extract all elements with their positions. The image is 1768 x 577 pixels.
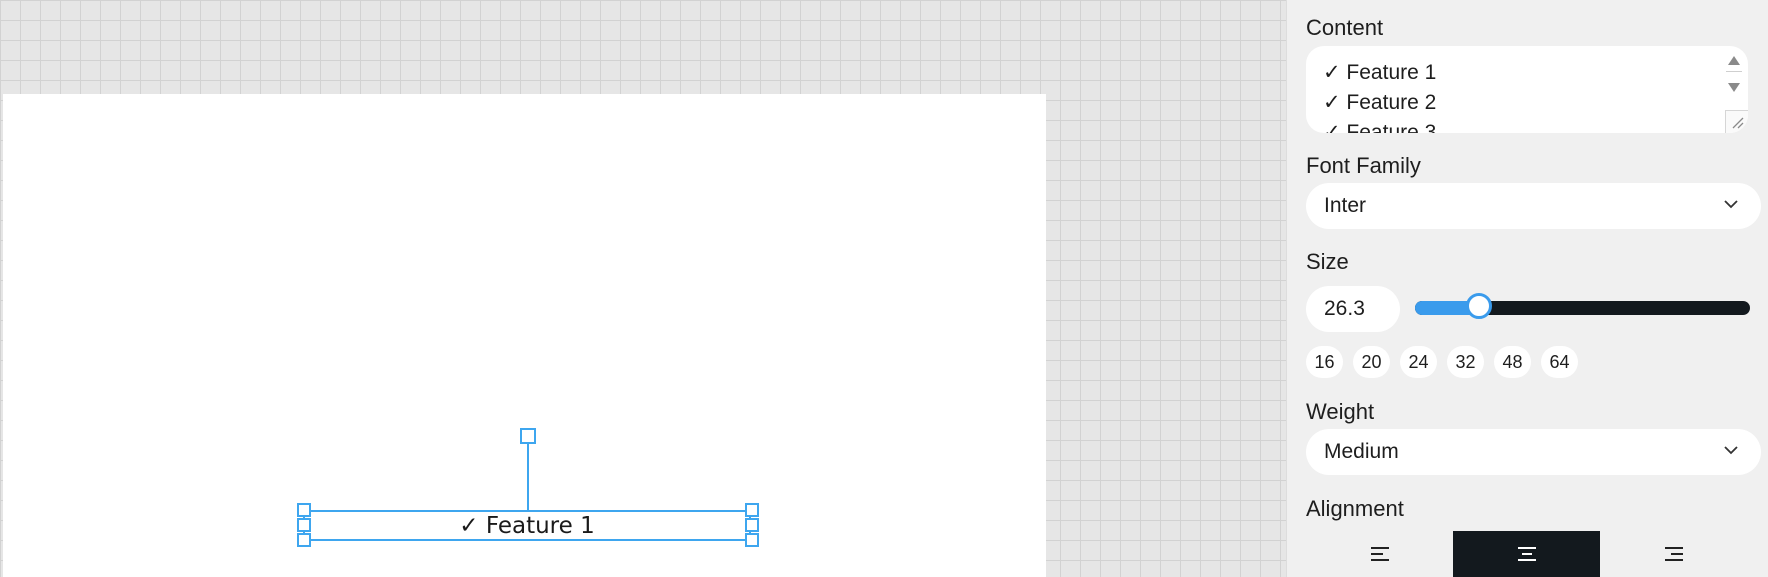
- size-preset-32[interactable]: 32: [1447, 346, 1484, 378]
- size-label: Size: [1306, 249, 1349, 274]
- align-right-icon: [1664, 547, 1683, 561]
- selected-text-element[interactable]: ✓ Feature 1: [303, 510, 751, 541]
- alignment-toggle-group: [1306, 531, 1748, 577]
- size-slider[interactable]: [1415, 293, 1750, 319]
- chevron-down-icon: [1723, 442, 1739, 463]
- content-textarea[interactable]: ✓ Feature 1 ✓ Feature 2 ✓ Feature 3: [1306, 46, 1748, 133]
- scroll-up-arrow-icon[interactable]: [1728, 56, 1740, 65]
- resize-handle-middle-right[interactable]: [745, 518, 759, 532]
- rotation-connector: [527, 444, 529, 511]
- alignment-label: Alignment: [1306, 496, 1404, 521]
- weight-value: Medium: [1324, 440, 1399, 463]
- resize-handle-bottom-left[interactable]: [297, 533, 311, 547]
- align-left-button[interactable]: [1306, 531, 1453, 577]
- design-canvas[interactable]: ✓ Feature 1: [0, 0, 1286, 577]
- weight-select[interactable]: Medium: [1306, 429, 1761, 475]
- resize-handle-top-right[interactable]: [745, 503, 759, 517]
- size-slider-thumb[interactable]: [1466, 293, 1492, 319]
- weight-label: Weight: [1306, 399, 1375, 424]
- align-right-button[interactable]: [1600, 531, 1747, 577]
- resize-handle-middle-left[interactable]: [297, 518, 311, 532]
- size-preset-48[interactable]: 48: [1494, 346, 1531, 378]
- align-center-icon: [1517, 547, 1536, 561]
- scroll-down-arrow-icon[interactable]: [1728, 83, 1740, 92]
- font-family-value: Inter: [1324, 194, 1367, 217]
- resize-handle-top-left[interactable]: [297, 503, 311, 517]
- scrollbar-track[interactable]: [1726, 71, 1742, 72]
- resize-grip-icon[interactable]: [1725, 110, 1748, 133]
- font-family-label: Font Family: [1306, 153, 1421, 178]
- size-preset-64[interactable]: 64: [1541, 346, 1578, 378]
- size-value[interactable]: 26.3: [1324, 297, 1364, 321]
- size-input[interactable]: 26.3: [1306, 286, 1400, 332]
- align-center-button[interactable]: [1453, 531, 1600, 577]
- size-preset-20[interactable]: 20: [1353, 346, 1390, 378]
- resize-handle-bottom-right[interactable]: [745, 533, 759, 547]
- rotation-handle[interactable]: [520, 428, 536, 444]
- font-family-select[interactable]: Inter: [1306, 183, 1761, 229]
- align-left-icon: [1370, 547, 1389, 561]
- chevron-down-icon: [1723, 196, 1739, 217]
- properties-panel: Content ✓ Feature 1 ✓ Feature 2 ✓ Featur…: [1286, 0, 1768, 577]
- artboard[interactable]: [3, 94, 1046, 577]
- content-text[interactable]: ✓ Feature 1 ✓ Feature 2 ✓ Feature 3: [1323, 58, 1436, 133]
- content-label: Content: [1306, 15, 1384, 40]
- size-presets: 16 20 24 32 48 64: [1306, 346, 1578, 378]
- size-preset-24[interactable]: 24: [1400, 346, 1437, 378]
- size-preset-16[interactable]: 16: [1306, 346, 1343, 378]
